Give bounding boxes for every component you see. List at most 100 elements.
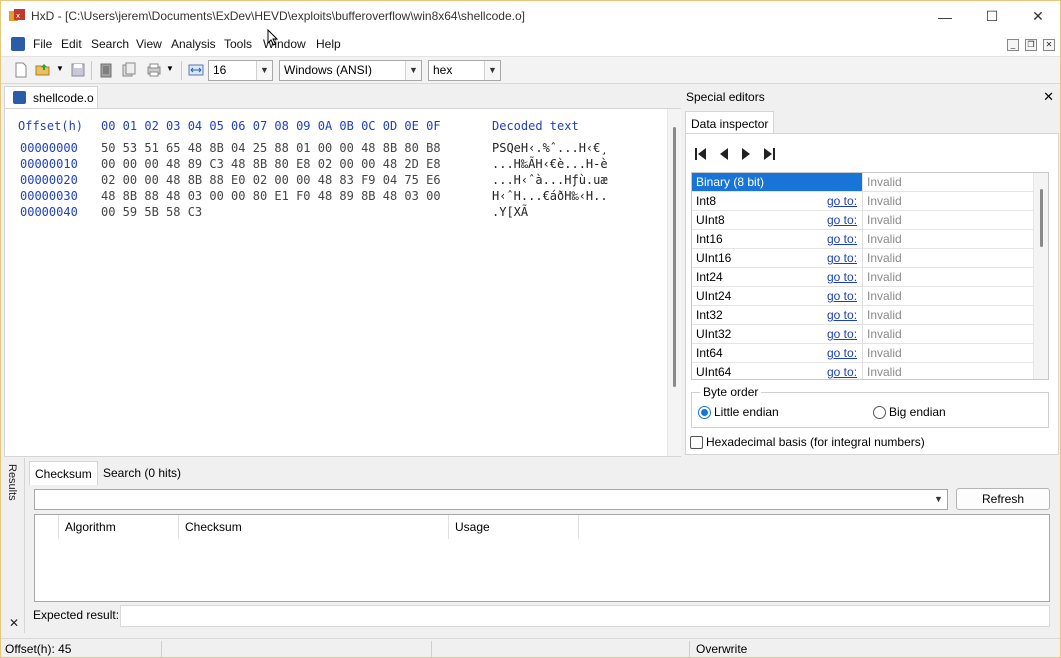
goto-link[interactable]: go to: <box>827 232 857 246</box>
little-endian-label[interactable]: Little endian <box>714 405 779 419</box>
goto-link[interactable]: go to: <box>827 194 857 208</box>
row-decoded-text[interactable]: ...H‹ˆà...Hƒù.uæ <box>492 173 608 187</box>
menu-analysis[interactable]: Analysis <box>171 37 216 51</box>
open-file-icon[interactable] <box>35 62 51 78</box>
inspector-row-int64[interactable]: Int64 go to: Invalid <box>692 344 1033 363</box>
inspector-row-int24[interactable]: Int24 go to: Invalid <box>692 268 1033 287</box>
status-edit-mode[interactable]: Overwrite <box>696 642 747 656</box>
close-results-icon[interactable]: ✕ <box>9 616 19 630</box>
goto-link[interactable]: go to: <box>827 327 857 341</box>
close-button[interactable]: ✕ <box>1015 1 1060 32</box>
data-value[interactable]: Invalid <box>867 194 902 208</box>
goto-link[interactable]: go to: <box>827 365 857 379</box>
hex-row[interactable]: 00000000 50 53 51 65 48 8B 04 25 88 01 0… <box>5 141 665 157</box>
row-decoded-text[interactable]: H‹ˆH...€áðH‰‹H.. <box>492 189 608 203</box>
data-value[interactable]: Invalid <box>867 308 902 322</box>
close-special-editors-icon[interactable]: ✕ <box>1043 89 1054 105</box>
little-endian-radio[interactable] <box>698 406 711 419</box>
next-icon[interactable] <box>738 146 754 162</box>
menu-file[interactable]: File <box>33 37 52 51</box>
refresh-button[interactable]: Refresh <box>956 488 1050 510</box>
goto-link[interactable]: go to: <box>827 270 857 284</box>
data-value[interactable]: Invalid <box>867 327 902 341</box>
row-bytes[interactable]: 50 53 51 65 48 8B 04 25 88 01 00 00 48 8… <box>101 141 441 155</box>
menu-edit[interactable]: Edit <box>61 37 82 51</box>
scrollbar-thumb[interactable] <box>673 127 676 387</box>
save-icon[interactable] <box>70 62 86 78</box>
goto-link[interactable]: go to: <box>827 289 857 303</box>
hex-row[interactable]: 00000040 00 59 5B 58 C3 .Y[XÃ <box>5 205 665 221</box>
big-endian-radio[interactable] <box>873 406 886 419</box>
print-icon[interactable] <box>146 62 162 78</box>
big-endian-label[interactable]: Big endian <box>889 405 946 419</box>
row-bytes[interactable]: 48 8B 88 48 03 00 00 80 E1 F0 48 89 8B 4… <box>101 189 441 203</box>
hex-row[interactable]: 00000020 02 00 00 48 8B 88 E0 02 00 00 4… <box>5 173 665 189</box>
print-dropdown-chevron-icon[interactable]: ▼ <box>166 64 174 73</box>
data-value[interactable]: Invalid <box>867 175 902 189</box>
column-header-usage[interactable]: Usage <box>449 515 579 539</box>
row-bytes[interactable]: 00 00 00 48 89 C3 48 8B 80 E8 02 00 00 4… <box>101 157 441 171</box>
data-value[interactable]: Invalid <box>867 270 902 284</box>
inspector-row-int8[interactable]: Int8 go to: Invalid <box>692 192 1033 211</box>
goto-link[interactable]: go to: <box>827 308 857 322</box>
document-system-menu-icon[interactable] <box>11 37 25 51</box>
row-bytes[interactable]: 00 59 5B 58 C3 <box>101 205 202 219</box>
data-value[interactable]: Invalid <box>867 289 902 303</box>
inspector-row-uint24[interactable]: UInt24 go to: Invalid <box>692 287 1033 306</box>
column-header-checksum[interactable]: Checksum <box>179 515 449 539</box>
inspector-vertical-scrollbar[interactable] <box>1033 173 1048 379</box>
row-bytes[interactable]: 02 00 00 48 8B 88 E0 02 00 00 48 83 F9 0… <box>101 173 441 187</box>
tab-search-results[interactable]: Search (0 hits) <box>98 461 186 485</box>
tab-data-inspector[interactable]: Data inspector <box>685 111 774 134</box>
hex-basis-checkbox[interactable] <box>690 436 703 449</box>
menu-help[interactable]: Help <box>316 37 341 51</box>
open-dropdown-chevron-icon[interactable]: ▼ <box>56 64 64 73</box>
hex-row[interactable]: 00000010 00 00 00 48 89 C3 48 8B 80 E8 0… <box>5 157 665 173</box>
menu-tools[interactable]: Tools <box>224 37 252 51</box>
expected-result-input[interactable] <box>120 605 1050 627</box>
menu-view[interactable]: View <box>136 37 162 51</box>
checksum-results-table[interactable]: Algorithm Checksum Usage <box>34 514 1050 602</box>
data-value[interactable]: Invalid <box>867 232 902 246</box>
data-value[interactable]: Invalid <box>867 251 902 265</box>
tab-shellcode-o[interactable]: shellcode.o <box>4 86 98 108</box>
previous-icon[interactable] <box>716 146 732 162</box>
goto-link[interactable]: go to: <box>827 213 857 227</box>
inspector-row-uint32[interactable]: UInt32 go to: Invalid <box>692 325 1033 344</box>
minimize-button[interactable]: — <box>922 1 968 32</box>
data-value[interactable]: Invalid <box>867 365 902 379</box>
checksum-algorithm-select[interactable]: ▼ <box>34 489 948 510</box>
goto-link[interactable]: go to: <box>827 251 857 265</box>
data-value[interactable]: Invalid <box>867 213 902 227</box>
inspector-row-uint8[interactable]: UInt8 go to: Invalid <box>692 211 1033 230</box>
inspector-row-int16[interactable]: Int16 go to: Invalid <box>692 230 1033 249</box>
inspector-row-uint16[interactable]: UInt16 go to: Invalid <box>692 249 1033 268</box>
tab-checksum[interactable]: Checksum <box>29 461 98 485</box>
row-decoded-text[interactable]: PSQeH‹.%ˆ...H‹€¸ <box>492 141 608 155</box>
hex-row[interactable]: 00000030 48 8B 88 48 03 00 00 80 E1 F0 4… <box>5 189 665 205</box>
inspector-row-binary[interactable]: Binary (8 bit) Invalid <box>692 173 1033 192</box>
row-decoded-text[interactable]: ...H‰ÃH‹€è...H-è <box>492 157 608 171</box>
first-icon[interactable] <box>693 146 709 162</box>
copy-icon[interactable] <box>121 62 137 78</box>
mdi-minimize-button[interactable]: _ <box>1007 39 1019 51</box>
offset-base-select[interactable]: hex ▼ <box>428 60 501 81</box>
hex-editor[interactable]: Offset(h) 00 01 02 03 04 05 06 07 08 09 … <box>4 108 681 457</box>
new-file-icon[interactable] <box>13 62 29 78</box>
column-header-algorithm[interactable]: Algorithm <box>59 515 179 539</box>
bytes-per-row-select[interactable]: 16 ▼ <box>208 60 273 81</box>
clipboard-icon[interactable] <box>98 62 114 78</box>
mdi-restore-button[interactable]: ❐ <box>1025 39 1037 51</box>
maximize-button[interactable]: ☐ <box>969 1 1015 32</box>
inspector-row-uint64[interactable]: UInt64 go to: Invalid <box>692 363 1033 379</box>
last-icon[interactable] <box>761 146 777 162</box>
results-panel-label[interactable]: Results <box>6 464 18 501</box>
hex-basis-label[interactable]: Hexadecimal basis (for integral numbers) <box>706 435 925 449</box>
mdi-close-button[interactable]: ✕ <box>1043 39 1055 51</box>
data-value[interactable]: Invalid <box>867 346 902 360</box>
row-decoded-text[interactable]: .Y[XÃ <box>492 205 528 219</box>
menu-search[interactable]: Search <box>91 37 129 51</box>
scrollbar-thumb[interactable] <box>1040 189 1043 247</box>
goto-link[interactable]: go to: <box>827 346 857 360</box>
charset-select[interactable]: Windows (ANSI) ▼ <box>279 60 422 81</box>
